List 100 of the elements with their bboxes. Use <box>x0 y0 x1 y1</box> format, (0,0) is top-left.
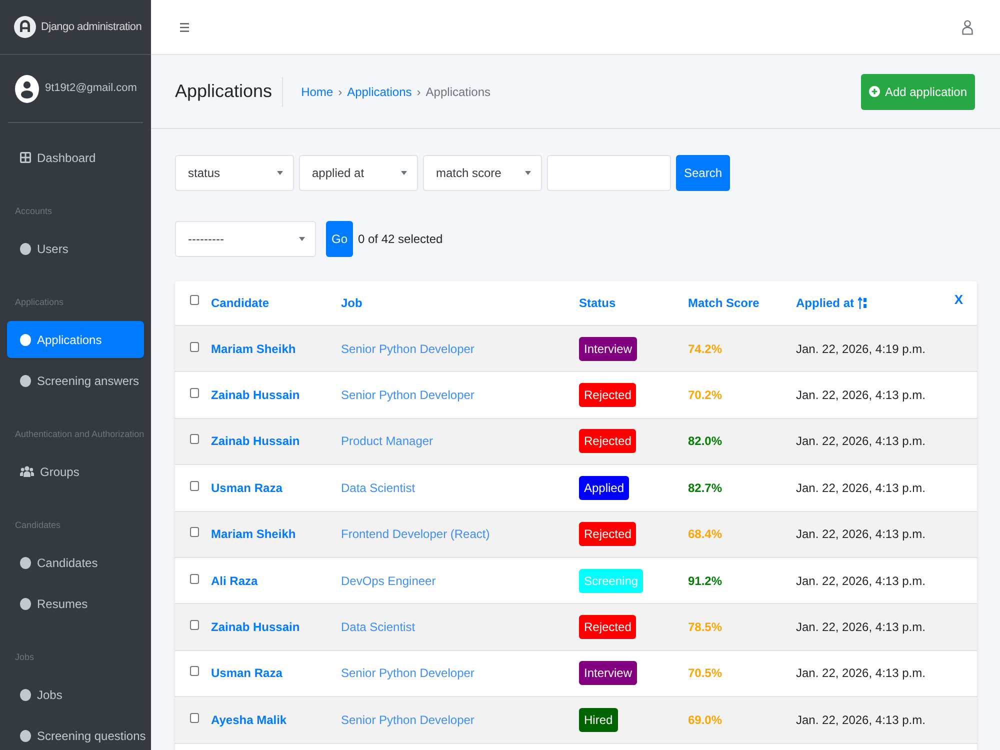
nav-item[interactable]: Jobs <box>7 676 144 713</box>
match-score: 70.5% <box>688 666 722 680</box>
job-link[interactable]: Senior Python Developer <box>341 712 474 727</box>
status-badge: Hired <box>579 708 618 732</box>
job-link[interactable]: Senior Python Developer <box>341 388 474 402</box>
breadcrumb-link[interactable]: Applications <box>347 82 412 100</box>
job-link[interactable]: Senior Python Developer <box>341 666 474 680</box>
menu-icon[interactable] <box>180 22 189 32</box>
user-email[interactable]: 9t19t2@gmail.com <box>45 80 137 97</box>
column-header[interactable]: Candidate <box>211 294 270 312</box>
table-cell: Jan. 22, 2026, 4:13 p.m. <box>796 712 926 727</box>
dropdown[interactable]: status <box>175 155 294 191</box>
nav-item[interactable]: Candidates <box>7 544 144 581</box>
caret-down-icon <box>277 171 283 175</box>
nav-item[interactable]: Groups <box>7 453 144 490</box>
column-header[interactable]: Match Score <box>688 294 760 312</box>
circle-icon <box>20 556 31 568</box>
candidate-link[interactable]: Mariam Sheikh <box>211 527 296 542</box>
grid-icon <box>20 152 31 163</box>
breadcrumb-link[interactable]: Home <box>301 82 334 100</box>
match-score: 70.2% <box>688 388 722 402</box>
candidate-link[interactable]: Zainab Hussain <box>211 620 300 634</box>
caret-down-icon <box>299 237 305 241</box>
match-score: 82.0% <box>688 434 722 448</box>
circle-icon <box>20 598 31 610</box>
nav-item[interactable]: Applications <box>7 321 144 358</box>
status-badge: Rejected <box>579 522 636 546</box>
job-link[interactable]: Data Scientist <box>341 620 416 634</box>
nav-item[interactable]: Resumes <box>7 585 144 622</box>
logo-icon <box>14 16 36 38</box>
nav-item[interactable]: Dashboard <box>7 139 144 176</box>
section-header: Candidates <box>14 519 62 532</box>
job-link[interactable]: Data Scientist <box>341 480 416 495</box>
checkbox[interactable] <box>190 342 199 352</box>
circle-icon <box>20 730 31 742</box>
status-badge: Interview <box>579 336 638 361</box>
section-header: Jobs <box>14 651 36 664</box>
search-field[interactable] <box>547 155 671 191</box>
dropdown[interactable]: --------- <box>175 221 316 257</box>
status-badge: Rejected <box>579 383 636 408</box>
checkbox[interactable] <box>190 527 199 538</box>
candidate-link[interactable]: Usman Raza <box>211 666 282 680</box>
checkbox[interactable] <box>190 388 199 398</box>
candidate-link[interactable]: Zainab Hussain <box>211 388 300 402</box>
nav-item[interactable]: Screening questions <box>7 717 144 750</box>
caret-down-icon <box>525 171 531 175</box>
user-icon[interactable] <box>962 20 973 34</box>
checkbox[interactable] <box>190 434 199 444</box>
table-cell: Jan. 22, 2026, 4:13 p.m. <box>796 620 926 634</box>
job-link[interactable]: Senior Python Developer <box>341 342 474 356</box>
selection-counter: 0 of 42 selected <box>358 231 443 248</box>
breadcrumb-separator: › <box>338 84 342 100</box>
clear-sorting-link[interactable]: X <box>954 290 963 316</box>
table-cell: Jan. 22, 2026, 4:13 p.m. <box>796 666 926 680</box>
match-score: 91.2% <box>688 574 722 588</box>
candidate-link[interactable]: Ali Raza <box>211 574 258 588</box>
status-badge: Interview <box>579 661 638 686</box>
dropdown[interactable]: applied at <box>299 155 418 191</box>
table-cell: Jan. 22, 2026, 4:13 p.m. <box>796 434 926 448</box>
brand-title[interactable]: Django administration <box>41 18 142 36</box>
checkbox[interactable] <box>190 620 199 630</box>
match-score: 74.2% <box>688 342 722 356</box>
checkbox[interactable] <box>190 480 199 491</box>
job-link[interactable]: Product Manager <box>341 434 434 448</box>
breadcrumb-current: Applications <box>426 84 491 100</box>
checkbox[interactable] <box>190 666 199 676</box>
column-header[interactable]: Job <box>341 294 362 312</box>
go-button[interactable]: Go <box>326 221 353 257</box>
job-link[interactable]: Frontend Developer (React) <box>341 527 490 542</box>
status-badge: Screening <box>579 568 644 593</box>
table-cell: Jan. 22, 2026, 4:13 p.m. <box>796 527 926 542</box>
circle-icon <box>20 242 31 254</box>
job-link[interactable]: DevOps Engineer <box>341 574 436 588</box>
plus-circle-icon <box>868 86 880 97</box>
match-score: 82.7% <box>688 480 722 495</box>
checkbox[interactable] <box>190 295 199 305</box>
column-header[interactable]: Applied at <box>796 294 868 312</box>
add-application-button[interactable]: Add application <box>860 74 975 110</box>
checkbox[interactable] <box>190 712 199 723</box>
table-cell: Jan. 22, 2026, 4:13 p.m. <box>796 574 926 588</box>
status-badge: Rejected <box>579 429 636 454</box>
people-icon <box>20 466 34 477</box>
candidate-link[interactable]: Usman Raza <box>211 480 282 495</box>
match-score: 68.4% <box>688 527 722 542</box>
table-cell: Jan. 22, 2026, 4:13 p.m. <box>796 480 926 495</box>
status-badge: Rejected <box>579 615 636 640</box>
search-button[interactable]: Search <box>676 155 730 191</box>
candidate-link[interactable]: Ayesha Malik <box>211 712 287 727</box>
checkbox[interactable] <box>190 574 199 584</box>
column-header[interactable]: Status <box>579 294 616 312</box>
status-badge: Applied <box>579 476 630 500</box>
circle-icon <box>20 688 31 700</box>
caret-down-icon <box>401 171 407 175</box>
dropdown[interactable]: match score <box>423 155 542 191</box>
nav-item[interactable]: Screening answers <box>7 362 144 399</box>
breadcrumb-separator: › <box>416 84 421 100</box>
circle-icon <box>20 374 31 386</box>
candidate-link[interactable]: Mariam Sheikh <box>211 342 296 356</box>
nav-item[interactable]: Users <box>7 230 144 267</box>
candidate-link[interactable]: Zainab Hussain <box>211 434 300 448</box>
